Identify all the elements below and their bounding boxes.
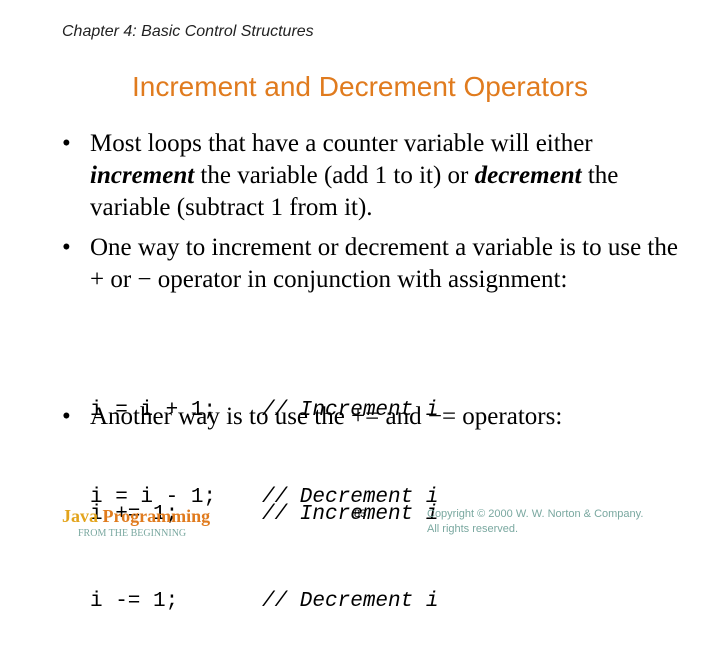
emphasis-increment: increment [90, 162, 195, 189]
bullet-item: • Another way is to use the += and −= op… [62, 401, 690, 433]
bullet-text: Another way is to use the += and −= oper… [90, 403, 563, 430]
bullet-icon: • [62, 403, 71, 430]
copyright-line: All rights reserved. [427, 523, 519, 535]
slide-title: Increment and Decrement Operators [132, 71, 588, 102]
logo-java: Java [62, 506, 98, 526]
bullet-icon: • [62, 130, 71, 157]
copyright-notice: Copyright © 2000 W. W. Norton & Company.… [427, 507, 643, 537]
emphasis-decrement: decrement [474, 162, 582, 189]
copyright-line: Copyright © 2000 W. W. Norton & Company. [427, 508, 644, 520]
bullet-item: • Most loops that have a counter variabl… [62, 128, 690, 224]
bullet-text: Most loops that have a counter variable … [90, 130, 593, 157]
chapter-heading: Chapter 4: Basic Control Structures [62, 23, 314, 40]
code-comment: // Increment i [262, 503, 439, 526]
bullet-icon: • [62, 234, 71, 261]
logo-subtitle: FROM THE BEGINNING [78, 528, 187, 539]
bullet-text: One way to increment or decrement a vari… [90, 234, 678, 293]
bullet-item: • One way to increment or decrement a va… [62, 232, 690, 296]
code-block: i += 1;// Increment i i -= 1;// Decremen… [90, 442, 438, 645]
bullet-text: the variable (add 1 to it) or [194, 162, 475, 189]
logo-programming: Programming [102, 506, 211, 526]
book-logo: Java Programming [62, 506, 210, 527]
code-line: i -= 1; // Decrement i [90, 587, 438, 616]
code-statement: i -= 1; [90, 590, 179, 613]
page-number: 83 [354, 508, 367, 520]
code-comment: // Decrement i [262, 590, 439, 613]
